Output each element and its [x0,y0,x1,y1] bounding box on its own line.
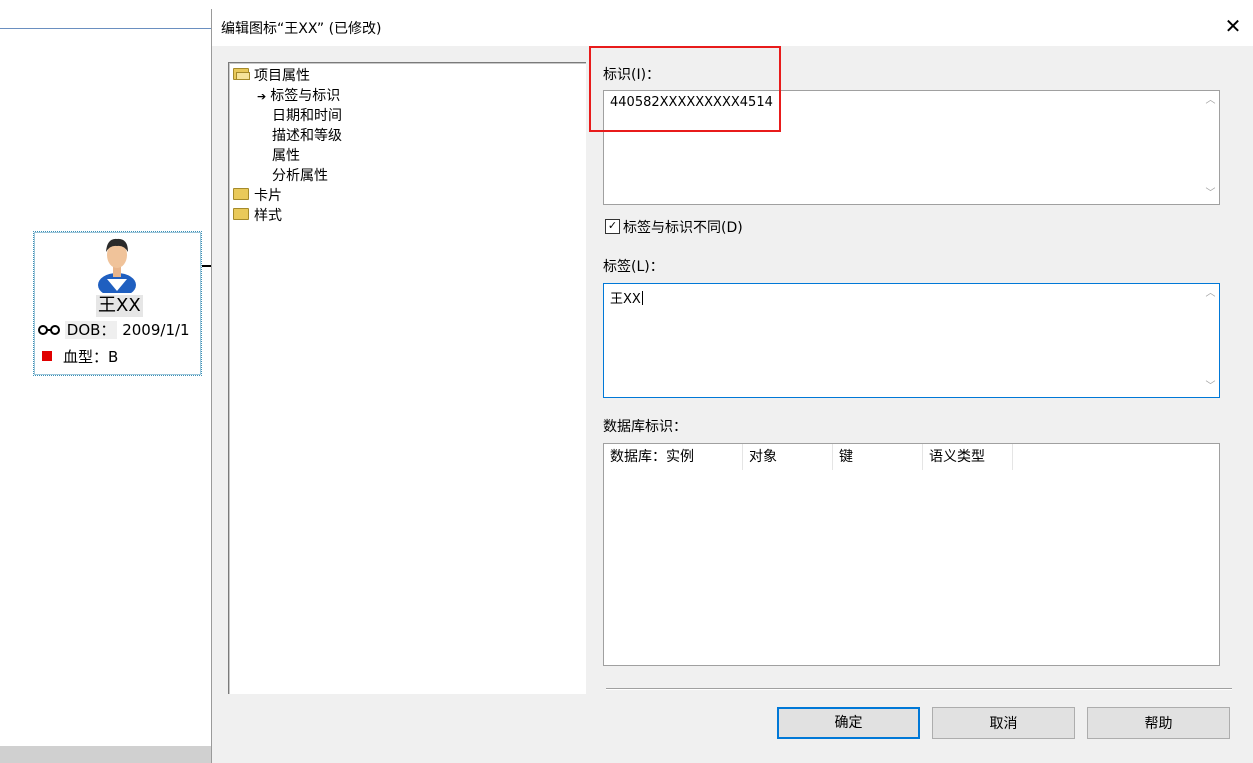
tree-label: 项目属性 [254,68,310,84]
folder-icon [233,188,249,200]
label-scrollbar[interactable]: ︿ ﹀ [1202,284,1219,397]
close-icon[interactable]: ✕ [1222,15,1244,37]
tree-item-date-time[interactable]: 日期和时间 [272,107,342,125]
tree-label: 日期和时间 [272,108,342,124]
entity-card[interactable]: 王XX DOB： 2009/1/1 血型：B [33,231,202,376]
scroll-up-icon[interactable]: ︿ [1202,286,1219,302]
scroll-up-icon[interactable]: ︿ [1202,93,1219,109]
text-caret [641,291,643,305]
highlight-annotation-box [589,46,781,132]
cancel-button[interactable]: 取消 [932,707,1075,739]
scroll-down-icon[interactable]: ﹀ [1202,379,1219,395]
dialog-titlebar[interactable]: 编辑图标“王XX” (已修改) ✕ [212,9,1253,46]
label-field[interactable]: 王XX ︿ ﹀ [603,283,1220,398]
tree-item-style[interactable]: 样式 [233,207,282,225]
help-button[interactable]: 帮助 [1087,707,1230,739]
folder-icon [233,208,249,220]
checkbox-label[interactable]: 标签与标识不同(D) [623,217,743,237]
column-header-db-instance[interactable]: 数据库：实例 [604,444,743,470]
ok-button[interactable]: 确定 [777,707,920,739]
db-identity-label: 数据库标识： [603,419,687,435]
entity-dob: DOB： 2009/1/1 [38,320,190,340]
arrow-right-icon: ➔ [257,90,267,103]
dob-value: 2009/1/1 [122,321,190,339]
tree-label: 标签与标识 [270,88,341,104]
column-header-key[interactable]: 键 [833,444,923,470]
property-tree[interactable]: 项目属性 ➔ 标签与标识 日期和时间 描述和等级 属性 分析属性 卡片 样式 [228,62,586,694]
tree-item-card[interactable]: 卡片 [233,187,282,205]
tree-label: 样式 [254,208,282,224]
label-label: 标签(L)： [603,259,664,275]
entity-name: 王XX [96,295,143,317]
link-icon [38,325,60,335]
tree-label: 卡片 [254,188,282,204]
tree-item-attributes[interactable]: 属性 [272,147,300,165]
blood-type-text: 血型：B [63,348,119,366]
red-square-icon [42,351,52,361]
person-icon [98,238,136,293]
canvas-top-line [0,28,212,29]
identity-scrollbar[interactable]: ︿ ﹀ [1202,91,1219,204]
tree-label: 属性 [272,148,300,164]
label-value: 王XX [610,288,643,307]
column-header-semantic-type[interactable]: 语义类型 [923,444,1013,470]
label-value-text: 王XX [610,292,641,307]
entity-blood-type: 血型：B [42,347,118,367]
button-separator [606,688,1232,690]
scroll-down-icon[interactable]: ﹀ [1202,186,1219,202]
dob-label: DOB： [64,321,118,339]
different-label-checkbox[interactable]: ✓ [605,219,620,234]
tree-item-description-grade[interactable]: 描述和等级 [272,127,342,145]
folder-open-icon [233,68,250,80]
dialog-title: 编辑图标“王XX” (已修改) [221,21,382,37]
tree-label: 描述和等级 [272,128,342,144]
column-header-object[interactable]: 对象 [743,444,833,470]
tree-label: 分析属性 [272,168,328,184]
db-identity-list[interactable]: 数据库：实例 对象 键 语义类型 [603,443,1220,666]
tree-item-project-properties[interactable]: 项目属性 [233,67,310,85]
tree-item-label-identity[interactable]: ➔ 标签与标识 [257,87,340,106]
tree-item-analysis-attributes[interactable]: 分析属性 [272,167,328,185]
canvas-scrollbar[interactable] [0,746,212,763]
